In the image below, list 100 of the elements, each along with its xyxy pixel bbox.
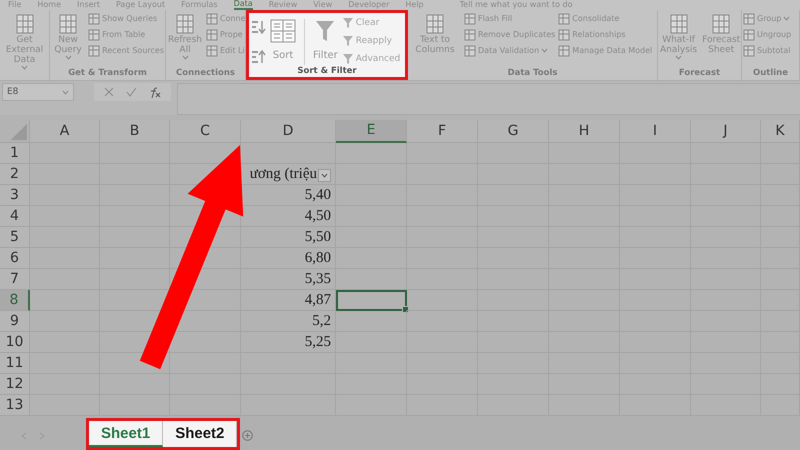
ribbon-button[interactable]: Group [743,12,792,25]
ribbon-button[interactable]: Sort [269,15,297,62]
ribbon-button[interactable]: Ungroup [743,28,792,41]
group-label: Outline [752,68,789,80]
button-label: Recent Sources [102,46,164,55]
row-header[interactable]: 3 [0,185,30,206]
column-header[interactable]: A [30,120,100,143]
ribbon-button[interactable]: Refresh All [167,12,203,61]
button-label: Remove Duplicates [478,30,556,39]
selected-cell[interactable] [336,290,407,311]
ribbon-button[interactable]: Consolidate [558,12,652,25]
ribbon-button[interactable]: Recent Sources [88,44,164,57]
button-label: What-If Analysis [660,35,698,55]
cell-text: 5,50 [304,228,331,246]
ribbon-button[interactable]: New Query [51,12,86,61]
row-header[interactable]: 8 [0,290,30,311]
grid-icon [88,44,100,56]
column-header[interactable]: E [336,120,407,143]
button-label: Refresh All [168,35,202,55]
button-label: Get External Data [4,35,44,65]
ribbon-tab[interactable]: Review [268,0,298,10]
ribbon-button[interactable]: What-If Analysis [659,12,698,61]
ribbon-tab[interactable]: Insert [77,0,100,10]
group-label: Forecast [678,68,722,80]
ribbon-button[interactable]: Data Validation [464,44,556,57]
sheet-tab[interactable]: Sheet2 [163,421,238,447]
row-header[interactable]: 9 [0,311,30,332]
table-cell [407,269,478,290]
row-header[interactable]: 11 [0,353,30,374]
funnel-icon [314,19,336,43]
column-header[interactable]: B [100,120,170,143]
sort-ascending-icon [250,19,266,35]
ribbon-tab[interactable]: Help [405,0,424,10]
grid-icon [558,44,570,56]
row-header[interactable]: 13 [0,395,30,416]
row-header[interactable]: 4 [0,206,30,227]
column-header[interactable]: I [620,120,691,143]
ribbon-tab[interactable]: Page Layout [116,0,166,10]
ribbon-tab[interactable]: Developer [348,0,390,10]
row-header[interactable]: 6 [0,248,30,269]
cell-text: 5,2 [312,312,331,330]
sheet-icon [668,13,690,35]
grid-icon [88,12,100,24]
column-header[interactable]: H [549,120,620,143]
row-header[interactable]: 1 [0,143,30,164]
ribbon-button[interactable]: Advanced [342,51,400,66]
grid-icon [743,12,755,24]
row-header[interactable]: 2 [0,164,30,185]
function-icon [149,86,161,98]
sheet-icon [14,13,36,35]
ribbon-button[interactable]: Conne [206,12,245,25]
table-cell [100,269,170,290]
ribbon-button[interactable]: Edit Li [206,44,245,57]
sheet-icon [424,13,446,35]
ribbon-button[interactable]: Flash Fill [464,12,556,25]
ribbon-button[interactable]: Forecast Sheet [701,12,741,56]
row-header[interactable]: 12 [0,374,30,395]
column-header[interactable]: F [407,120,478,143]
grid-icon [88,28,100,40]
ribbon-button[interactable]: Manage Data Model [558,44,652,57]
ribbon-button[interactable]: From Table [88,28,164,41]
ribbon-tab[interactable]: File [8,0,22,10]
ribbon-button[interactable]: Relationships [558,28,652,41]
ribbon-button[interactable]: Filter [312,15,339,62]
ribbon-tab[interactable]: View [313,0,332,10]
sort-descending-icon [250,49,266,65]
filter-dropdown-button[interactable] [318,169,331,182]
column-header[interactable]: J [691,120,761,143]
funnel-icon [342,16,354,28]
button-label: Data Validation [478,46,540,55]
sort-icon [270,19,296,43]
row-header[interactable]: 10 [0,332,30,353]
column-header[interactable]: G [478,120,549,143]
column-header[interactable]: C [170,120,241,143]
ribbon-button[interactable]: Remove Duplicates [464,28,556,41]
column-header[interactable]: D [241,120,336,143]
ribbon-button[interactable]: Show Queries [88,12,164,25]
funnel-icon [342,52,354,64]
sort-descending-button[interactable] [250,49,266,65]
ribbon-button[interactable]: Subtotal [743,44,792,57]
sort-ascending-button[interactable] [250,19,266,35]
name-box[interactable]: E8 [2,83,74,101]
row-header[interactable]: 5 [0,227,30,248]
ribbon-tab[interactable]: Home [37,0,62,10]
ribbon-tab[interactable]: Formulas [181,0,218,10]
grid-icon [206,12,218,24]
ribbon-button[interactable]: Clear [342,15,400,30]
grid-icon [464,44,476,56]
ribbon-button[interactable]: Prope [206,28,245,41]
ribbon-button[interactable]: Text to Columns [409,12,461,56]
funnel-icon [342,34,354,46]
column-header[interactable]: K [761,120,800,143]
row-header[interactable]: 7 [0,269,30,290]
ribbon-button[interactable]: Reapply [342,33,400,48]
sheet-tab[interactable]: Sheet1 [89,421,164,447]
tell-me-search[interactable]: Tell me what you want to do [460,0,573,10]
button-label: Forecast Sheet [702,35,740,55]
button-label: Subtotal [757,46,791,55]
ribbon-button[interactable]: Get External Data [1,12,48,71]
grid-icon [558,28,570,40]
